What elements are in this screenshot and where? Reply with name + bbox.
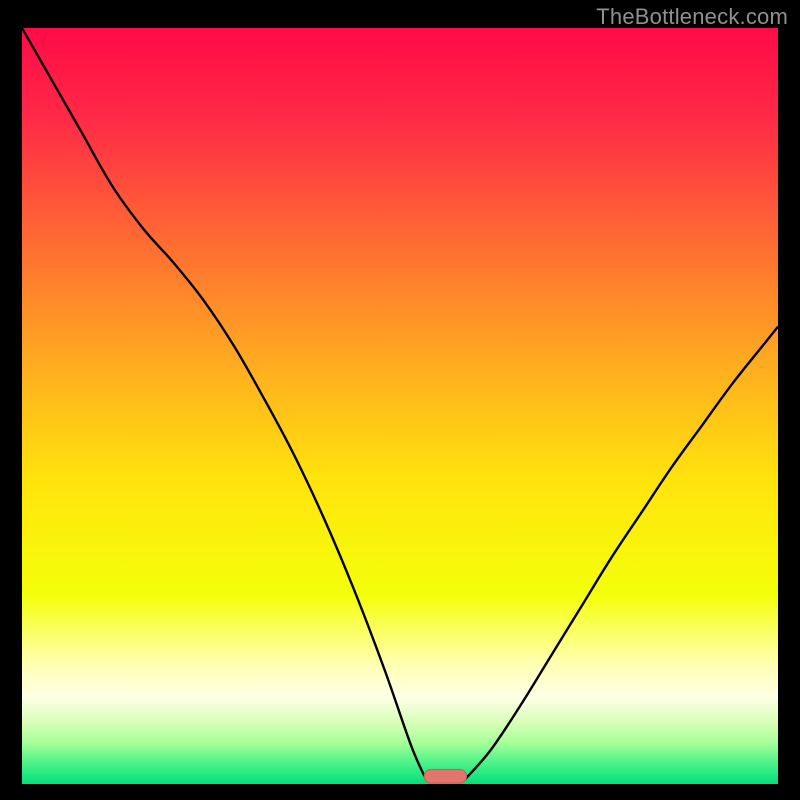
watermark-text: TheBottleneck.com bbox=[596, 4, 788, 30]
chart-svg bbox=[22, 28, 778, 784]
optimal-marker bbox=[424, 769, 466, 783]
chart-frame: TheBottleneck.com bbox=[0, 0, 800, 800]
chart-background-gradient bbox=[22, 28, 778, 784]
plot-area bbox=[22, 28, 778, 784]
